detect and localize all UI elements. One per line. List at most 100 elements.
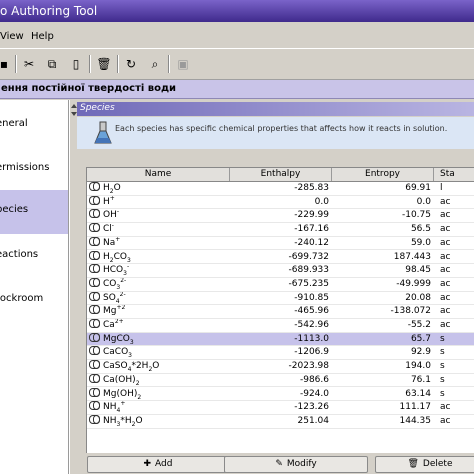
species-icon [89,277,100,287]
entropy-cell: 0.0 [416,196,431,207]
species-formula: MgCO3 [103,333,134,346]
modify-label: Modify [286,459,317,469]
species-icon [89,346,100,356]
table-row[interactable]: MgCO3 -1113.0 65.7 s [87,332,474,347]
copy-icon[interactable]: ⧉ [42,54,62,74]
species-icon [89,319,100,328]
sidebar-item-reactions[interactable]: eactions [0,235,68,279]
column-name[interactable]: Name [87,168,230,181]
info-text: Each species has specific chemical prope… [115,124,448,133]
enthalpy-cell: -229.99 [294,210,329,221]
splitter[interactable] [69,100,77,474]
column-state[interactable]: Sta [434,168,474,181]
state-cell: ac [440,224,451,235]
toolbar-separator [15,55,17,73]
enthalpy-cell: 0.0 [314,196,329,207]
species-name-cell: SO42- [87,291,230,305]
cut-icon[interactable]: ✂ [19,54,39,74]
delete-button[interactable]: 🗑 Delete [375,456,474,473]
species-name-cell: MgCO3 [87,332,230,346]
table-row[interactable]: Ca2+ -542.96 -55.2 ac [87,319,474,333]
paste-icon[interactable]: ▯ [66,54,86,74]
add-button[interactable]: ✚ Add [87,456,229,473]
sidebar-item-label: pecies [0,204,29,215]
species-formula: Mg(OH)2 [103,388,142,401]
species-icon [89,264,100,274]
sidebar: eneral ermissions pecies eactions tockro… [0,100,69,474]
table-row[interactable]: Mg(OH)2 -924.0 63.14 s [87,387,474,402]
table-row[interactable]: SO42- -910.85 20.08 ac [87,291,474,306]
table-row[interactable]: CaCO3 -1206.9 92.9 s [87,346,474,361]
trash-icon: 🗑 [407,459,419,469]
species-name-cell: NH4+ [87,401,230,414]
table-row[interactable]: NH4+ -123.26 111.17 ac [87,401,474,415]
delete-icon[interactable]: 🗑 [94,54,114,74]
species-name-cell: NH3*H2O [87,414,230,428]
species-name-cell: CaCO3 [87,346,230,359]
toolbar-separator [168,55,170,73]
column-enthalpy[interactable]: Enthalpy [230,168,332,181]
species-name-cell: H2O [87,182,230,195]
sidebar-item-label: eneral [0,118,28,129]
enthalpy-cell: -240.12 [294,237,329,248]
entropy-cell: 111.17 [399,402,432,413]
species-formula: Cl- [103,223,114,235]
species-name-cell: Ca(OH)2 [87,373,230,387]
table-row[interactable]: HCO3- -689.933 98.45 ac [87,264,474,278]
table-row[interactable]: CaSO4*2H2O -2023.98 194.0 s [87,360,474,374]
entropy-cell: 63.14 [405,388,431,399]
table-row[interactable]: NH3*H2O 251.04 144.35 ac [87,414,474,429]
sidebar-item-stockroom[interactable]: tockroom [0,279,68,323]
species-icon [89,223,100,233]
state-cell: ac [440,265,451,276]
disabled-icon[interactable]: ▣ [173,54,193,74]
enthalpy-cell: -689.933 [288,265,329,276]
sidebar-item-species[interactable]: pecies [0,190,68,234]
species-icon [89,387,100,397]
state-cell: l [440,183,443,193]
enthalpy-cell: -123.26 [294,402,329,413]
species-icon [89,414,100,424]
table-row[interactable]: Cl- -167.16 56.5 ac [87,223,474,237]
species-icon [89,332,100,342]
species-name-cell: Mg+2 [87,305,230,318]
toolbar-separator [117,55,119,73]
redo-icon[interactable]: ↻ [121,54,141,74]
save-icon[interactable]: ▪ [0,54,14,74]
species-name-cell: Mg(OH)2 [87,387,230,401]
species-table: Name Enthalpy Entropy Sta H2O -285.83 69.9… [86,167,474,454]
modify-button[interactable]: ✎ Modify [224,456,368,473]
table-row[interactable]: H2CO3 -699.732 187.443 ac [87,250,474,265]
entropy-cell: -49.999 [396,278,431,289]
section-header: Species [77,102,474,116]
species-icon [89,305,100,315]
table-header: Name Enthalpy Entropy Sta [87,168,474,182]
sidebar-item-general[interactable]: eneral [0,104,68,148]
state-cell: s [440,374,445,385]
species-name-cell: HCO3- [87,264,230,277]
table-row[interactable]: H2O -285.83 69.91 l [87,182,474,196]
menu-view[interactable]: View [0,31,24,42]
table-row[interactable]: Mg+2 -465.96 -138.072 ac [87,305,474,319]
column-entropy[interactable]: Entropy [332,168,434,181]
table-row[interactable]: H+ 0.0 0.0 ac [87,195,474,210]
species-name-cell: Cl- [87,223,230,236]
table-row[interactable]: OH- -229.99 -10.75 ac [87,209,474,224]
entropy-cell: -55.2 [407,320,431,330]
table-row[interactable]: Ca(OH)2 -986.6 76.1 s [87,373,474,388]
species-formula: SO42- [103,291,126,305]
species-formula: OH- [103,209,120,221]
sidebar-item-label: ermissions [0,162,50,173]
search-icon[interactable]: ⌕ [145,54,165,74]
menu-help[interactable]: Help [31,31,54,42]
species-icon [89,401,100,411]
state-cell: ac [440,278,451,289]
entropy-cell: -10.75 [401,210,431,221]
enthalpy-cell: -285.83 [294,183,329,193]
enthalpy-cell: -167.16 [294,224,329,235]
species-panel: Species Each species has specific chemic… [77,100,474,474]
table-row[interactable]: CO32- -675.235 -49.999 ac [87,277,474,292]
sidebar-item-permissions[interactable]: ermissions [0,148,68,192]
entropy-cell: 20.08 [405,292,431,303]
table-row[interactable]: Na+ -240.12 59.0 ac [87,236,474,251]
